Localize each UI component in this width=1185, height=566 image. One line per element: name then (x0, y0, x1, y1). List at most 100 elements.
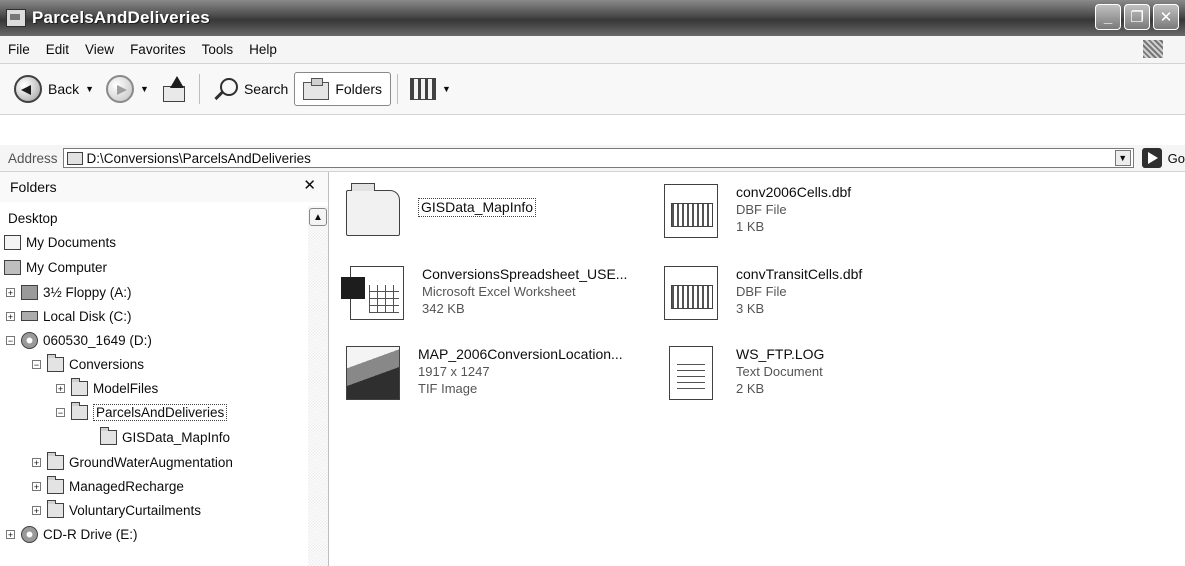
menu-file[interactable]: File (0, 42, 38, 57)
file-item[interactable]: ConversionsSpreadsheet_USE... Microsoft … (341, 266, 627, 320)
back-label: Back (48, 81, 80, 97)
tree-item-label: Desktop (8, 210, 58, 226)
expand-icon[interactable]: + (56, 383, 65, 393)
expand-icon[interactable]: + (6, 529, 15, 539)
tree-item-label: Conversions (69, 356, 145, 372)
search-icon (212, 76, 238, 102)
close-pane-icon[interactable]: ✕ (303, 176, 316, 194)
tree-item-voluntarycurtailments[interactable]: + VoluntaryCurtailments (32, 498, 201, 522)
collapse-icon[interactable]: − (6, 335, 15, 345)
tree-item-managedrecharge[interactable]: + ManagedRecharge (32, 474, 184, 498)
file-size: 342 KB (422, 301, 465, 316)
open-folder-icon (71, 401, 88, 420)
tree-item-label: CD-R Drive (E:) (43, 526, 138, 542)
scroll-up-icon[interactable]: ▲ (309, 208, 327, 226)
file-item[interactable]: MAP_2006ConversionLocation... 1917 x 124… (346, 346, 623, 400)
folder-icon (71, 377, 88, 396)
tree-item-conversions[interactable]: − Conversions (32, 352, 144, 376)
tree-item-label: ManagedRecharge (69, 478, 184, 494)
folder-icon (47, 499, 64, 518)
expand-icon[interactable]: + (6, 287, 15, 297)
tree-item-label: My Documents (26, 234, 117, 250)
collapse-icon[interactable]: − (32, 359, 41, 369)
tree-item-label: ModelFiles (93, 380, 159, 396)
folders-pane-title: Folders (10, 179, 57, 195)
file-item[interactable]: convTransitCells.dbf DBF File 3 KB (664, 266, 862, 320)
address-input[interactable]: D:\Conversions\ParcelsAndDeliveries ▼ (62, 148, 1134, 168)
menu-favorites[interactable]: Favorites (122, 42, 194, 57)
tree-item-label: Local Disk (C:) (43, 308, 132, 324)
search-label: Search (243, 81, 289, 97)
views-button[interactable]: ▼ (404, 72, 457, 106)
file-type: Microsoft Excel Worksheet (422, 284, 576, 299)
up-folder-icon (161, 76, 187, 102)
collapse-icon[interactable]: − (56, 407, 65, 417)
tree-item-gisdata-mapinfo[interactable]: GISData_MapInfo (100, 425, 230, 449)
excel-file-icon (341, 266, 404, 320)
go-button[interactable]: Go (1141, 148, 1185, 168)
windows-logo-icon (1143, 40, 1163, 58)
menu-help[interactable]: Help (241, 42, 285, 57)
folders-scrollbar[interactable]: ▲ (308, 206, 328, 566)
file-name: conv2006Cells.dbf (736, 184, 852, 200)
tree-item-my-computer[interactable]: My Computer (4, 255, 107, 279)
folders-button[interactable]: Folders (294, 72, 392, 106)
floppy-drive-icon (21, 284, 38, 300)
file-meta: ConversionsSpreadsheet_USE... Microsoft … (422, 266, 627, 317)
expand-icon[interactable]: + (32, 481, 41, 491)
tree-item-label: GISData_MapInfo (122, 429, 231, 445)
address-path: D:\Conversions\ParcelsAndDeliveries (86, 150, 311, 166)
tree-item-label: My Computer (26, 259, 108, 275)
file-item[interactable]: conv2006Cells.dbf DBF File 1 KB (664, 184, 851, 238)
views-icon (410, 78, 437, 100)
menu-tools[interactable]: Tools (194, 42, 242, 57)
minimize-button[interactable]: _ (1095, 4, 1121, 30)
file-item[interactable]: WS_FTP.LOG Text Document 2 KB (664, 346, 824, 400)
expand-icon[interactable]: + (32, 505, 41, 515)
tree-item-local-disk-c[interactable]: + Local Disk (C:) (6, 304, 132, 328)
maximize-button[interactable]: ❐ (1124, 4, 1150, 30)
file-item[interactable]: GISData_MapInfo (346, 183, 537, 236)
tree-item-groundwateraugmentation[interactable]: + GroundWaterAugmentation (32, 450, 233, 474)
tree-item-drive-d[interactable]: − 060530_1649 (D:) (6, 328, 152, 352)
up-folder-button[interactable] (155, 72, 193, 106)
tree-item-floppy[interactable]: + 3½ Floppy (A:) (6, 280, 132, 304)
window-controls: _ ❐ ✕ (1095, 4, 1179, 30)
back-arrow-icon (14, 75, 42, 103)
explorer-window-icon[interactable] (6, 9, 26, 27)
image-file-icon (346, 346, 400, 400)
file-meta: WS_FTP.LOG Text Document 2 KB (736, 346, 824, 397)
close-button[interactable]: ✕ (1153, 4, 1179, 30)
back-button[interactable]: Back ▼ (8, 72, 100, 106)
forward-dropdown-icon[interactable]: ▼ (140, 84, 149, 94)
forward-arrow-icon (106, 75, 135, 103)
dbf-file-icon (664, 184, 718, 238)
tree-item-my-documents[interactable]: My Documents (4, 230, 116, 254)
search-button[interactable]: Search (206, 72, 294, 106)
tree-item-parcelsanddeliveries[interactable]: − ParcelsAndDeliveries (56, 400, 228, 424)
tree-item-modelfiles[interactable]: + ModelFiles (56, 376, 158, 400)
file-meta: conv2006Cells.dbf DBF File 1 KB (736, 184, 851, 235)
forward-button[interactable]: ▼ (100, 72, 155, 106)
tree-item-desktop[interactable]: Desktop (8, 206, 58, 230)
file-type: TIF Image (418, 381, 478, 396)
menu-edit[interactable]: Edit (38, 42, 77, 57)
address-bar: Address D:\Conversions\ParcelsAndDeliver… (0, 145, 1185, 172)
file-type: Text Document (736, 364, 823, 379)
address-dropdown-icon[interactable]: ▼ (1114, 150, 1131, 166)
address-label: Address (8, 150, 58, 166)
tree-item-label: 060530_1649 (D:) (43, 332, 152, 348)
expand-icon[interactable]: + (6, 311, 15, 321)
menu-view[interactable]: View (77, 42, 122, 57)
folder-icon (66, 151, 83, 165)
tree-item-cd-r-drive-e[interactable]: + CD-R Drive (E:) (6, 522, 138, 546)
file-type: DBF File (736, 202, 787, 217)
expand-icon[interactable]: + (32, 457, 41, 467)
views-dropdown-icon[interactable]: ▼ (442, 84, 451, 94)
file-name: GISData_MapInfo (418, 198, 537, 217)
my-documents-icon (4, 234, 21, 250)
back-dropdown-icon[interactable]: ▼ (85, 84, 94, 94)
file-name: MAP_2006ConversionLocation... (418, 346, 623, 362)
file-meta: convTransitCells.dbf DBF File 3 KB (736, 266, 862, 317)
window-title: ParcelsAndDeliveries (32, 8, 210, 27)
